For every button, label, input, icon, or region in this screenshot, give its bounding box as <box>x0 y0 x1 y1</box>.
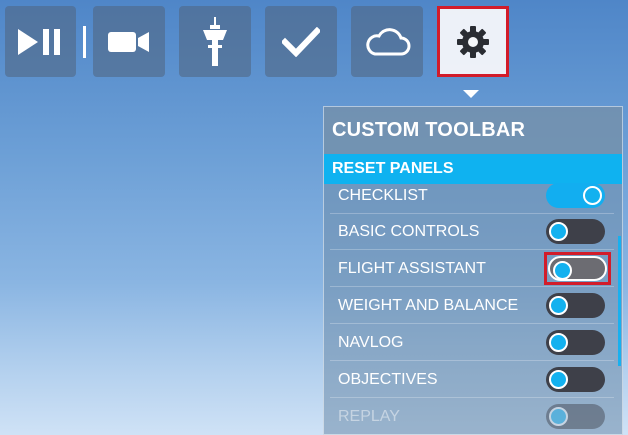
list-item-navlog[interactable]: NAVLOG <box>330 324 614 361</box>
toggle-knob <box>549 370 568 389</box>
list-item-label: NAVLOG <box>338 334 404 351</box>
checklist-button[interactable] <box>265 6 337 77</box>
panel-scrollbar[interactable] <box>618 236 621 366</box>
flight-assistant-toggle[interactable] <box>548 256 607 281</box>
atc-button[interactable] <box>179 6 251 77</box>
list-item-label: REPLAY <box>338 408 400 425</box>
toggle-knob <box>549 407 568 426</box>
custom-toolbar-panel: CUSTOM TOOLBAR RESET PANELS CHECKLIST BA… <box>323 106 623 435</box>
weight-and-balance-toggle[interactable] <box>546 293 605 318</box>
cloud-icon <box>363 26 411 58</box>
settings-button[interactable] <box>437 6 509 77</box>
navlog-toggle[interactable] <box>546 330 605 355</box>
list-item-label: FLIGHT ASSISTANT <box>338 260 486 277</box>
panel-pointer <box>463 90 479 98</box>
toggle-knob <box>553 261 572 280</box>
list-item-objectives[interactable]: OBJECTIVES <box>330 361 614 398</box>
list-item-label: OBJECTIVES <box>338 371 438 388</box>
list-item-label: WEIGHT AND BALANCE <box>338 297 519 314</box>
camera-button[interactable] <box>93 6 165 77</box>
play-pause-button[interactable] <box>5 6 76 77</box>
basic-controls-toggle[interactable] <box>546 219 605 244</box>
list-item-basic-controls[interactable]: BASIC CONTROLS <box>330 213 614 250</box>
toggle-knob <box>549 222 568 241</box>
toolbar-divider <box>83 26 86 58</box>
list-item-replay[interactable]: REPLAY <box>330 398 614 434</box>
checkmark-icon <box>282 26 320 57</box>
list-item-label: CHECKLIST <box>338 187 428 204</box>
toggle-knob <box>549 296 568 315</box>
replay-toggle[interactable] <box>546 404 605 429</box>
gear-icon <box>456 25 490 59</box>
list-item-weight-and-balance[interactable]: WEIGHT AND BALANCE <box>330 287 614 324</box>
list-item-label: BASIC CONTROLS <box>338 223 480 240</box>
objectives-toggle[interactable] <box>546 367 605 392</box>
checklist-toggle[interactable] <box>546 183 605 208</box>
panel-title: CUSTOM TOOLBAR <box>324 107 622 154</box>
list-item-checklist[interactable]: CHECKLIST <box>330 177 614 214</box>
control-tower-icon <box>200 16 230 67</box>
list-item-flight-assistant[interactable]: FLIGHT ASSISTANT <box>330 250 614 287</box>
play-pause-icon <box>16 27 66 57</box>
toggle-knob <box>549 333 568 352</box>
weather-button[interactable] <box>351 6 423 77</box>
video-camera-icon <box>107 30 151 54</box>
toggle-knob <box>583 186 602 205</box>
